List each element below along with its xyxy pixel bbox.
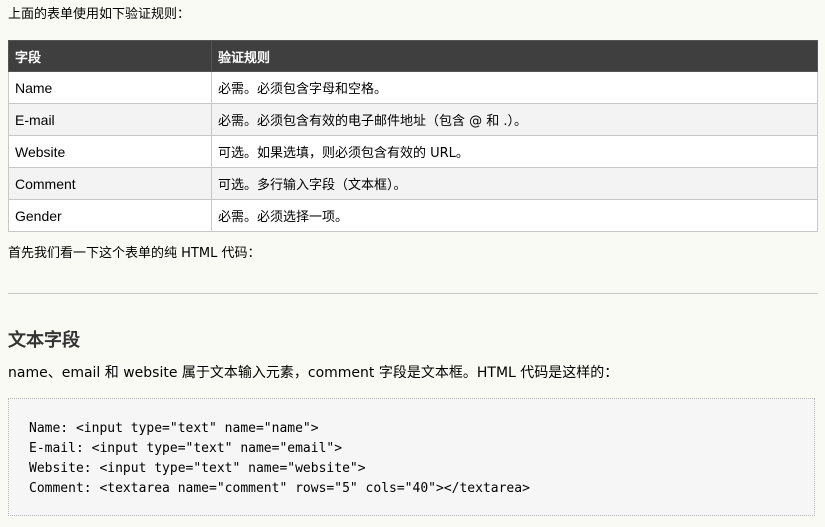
row-rule: 可选。如果选填，则必须包含有效的 URL。 bbox=[211, 135, 818, 168]
code-intro-text: 首先我们看一下这个表单的纯 HTML 代码： bbox=[8, 246, 261, 261]
page: 上面的表单使用如下验证规则： 字段 验证规则 Name 必需。必须包含字母和空格… bbox=[0, 0, 825, 527]
header-field: 字段 bbox=[8, 40, 212, 72]
table-header-row: 字段 验证规则 bbox=[8, 40, 818, 72]
intro-text: 上面的表单使用如下验证规则： bbox=[8, 7, 191, 22]
header-rule: 验证规则 bbox=[211, 40, 818, 72]
row-rule: 必需。必须选择一项。 bbox=[211, 199, 818, 232]
table-row: Gender 必需。必须选择一项。 bbox=[8, 199, 818, 232]
divider bbox=[8, 293, 818, 294]
row-field-name: Name bbox=[8, 71, 212, 104]
row-rule: 可选。多行输入字段（文本框）。 bbox=[211, 167, 818, 200]
row-field-name: Comment bbox=[8, 167, 212, 200]
table-row: Name 必需。必须包含字母和空格。 bbox=[8, 71, 818, 104]
row-rule: 必需。必须包含有效的电子邮件地址（包含 @ 和 .）。 bbox=[211, 103, 818, 136]
table-row: Comment 可选。多行输入字段（文本框）。 bbox=[8, 167, 818, 200]
section-title: 文本字段 bbox=[8, 330, 80, 351]
row-field-name: Website bbox=[8, 135, 212, 168]
row-rule: 必需。必须包含字母和空格。 bbox=[211, 71, 818, 104]
code-line: E-mail: <input type="text" name="email"> bbox=[29, 441, 343, 456]
row-field-name: Gender bbox=[8, 199, 212, 232]
row-field-name: E-mail bbox=[8, 103, 212, 136]
table-row: E-mail 必需。必须包含有效的电子邮件地址（包含 @ 和 .）。 bbox=[8, 103, 818, 136]
code-line: Website: <input type="text" name="websit… bbox=[29, 461, 366, 476]
code-line: Comment: <textarea name="comment" rows="… bbox=[29, 481, 530, 496]
validation-rules-table: 字段 验证规则 Name 必需。必须包含字母和空格。 E-mail 必需。必须包… bbox=[8, 40, 818, 232]
table-row: Website 可选。如果选填，则必须包含有效的 URL。 bbox=[8, 135, 818, 168]
code-line: Name: <input type="text" name="name"> bbox=[29, 421, 319, 436]
section-description: name、email 和 website 属于文本输入元素，comment 字段… bbox=[8, 365, 619, 381]
code-block[interactable]: Name: <input type="text" name="name"> E-… bbox=[8, 398, 815, 516]
